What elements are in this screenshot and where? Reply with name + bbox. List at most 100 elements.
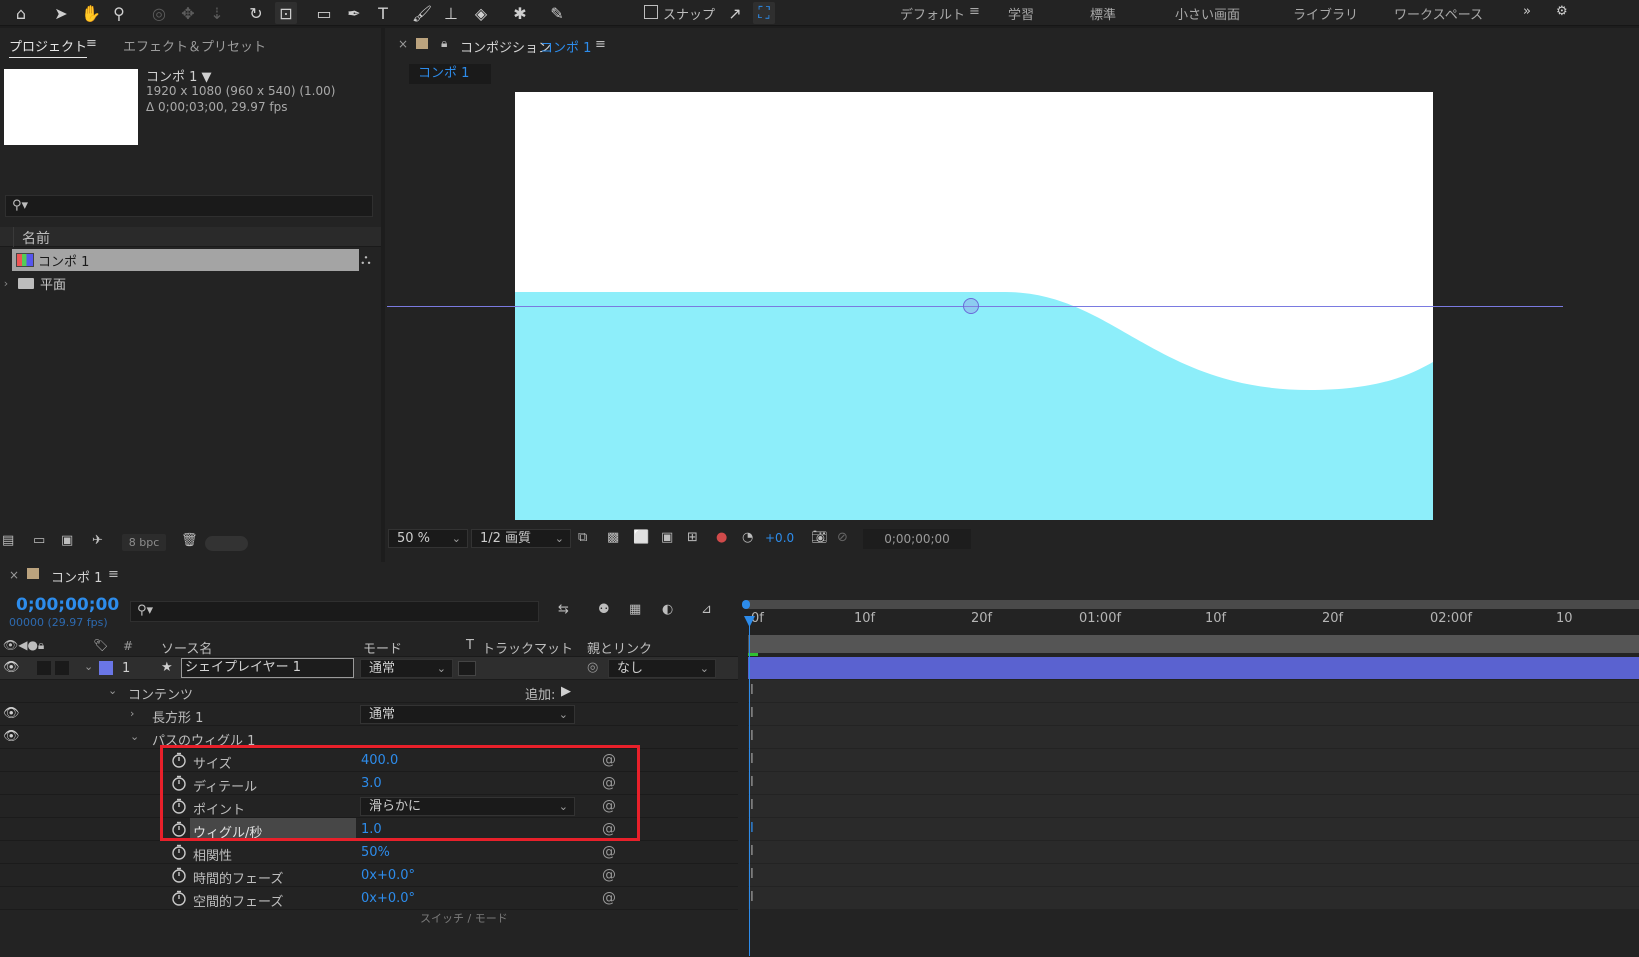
anchor-point-handle[interactable] <box>963 298 979 314</box>
motion-blur-icon[interactable]: ◐ <box>662 602 673 617</box>
work-area-start-handle[interactable] <box>742 600 750 609</box>
timeline-tab-label[interactable]: コンポ 1 <box>51 567 102 586</box>
layer-duration-bar[interactable] <box>748 657 1639 680</box>
workspace-default[interactable]: デフォルト <box>900 4 965 23</box>
expression-pickwhip-icon[interactable]: @ <box>602 890 616 906</box>
contents-row[interactable]: ⌄ コンテンツ 追加: ▶ <box>0 680 738 703</box>
prop-value-spatial-phase[interactable]: 0x+0.0° <box>361 891 415 906</box>
project-item-solids-folder[interactable]: › 平面 <box>0 272 359 294</box>
stopwatch-icon[interactable] <box>171 844 187 860</box>
channels-icon[interactable]: ● <box>716 530 727 545</box>
close-tab-icon[interactable]: × <box>9 568 19 582</box>
visibility-eye-icon[interactable]: 👁︎ <box>3 660 20 675</box>
chevron-down-icon[interactable]: ⌄ <box>108 684 117 697</box>
project-panel-menu-icon[interactable]: ≡ <box>86 36 97 51</box>
dolly-camera-icon[interactable]: ⇣ <box>206 2 228 24</box>
chevron-down-icon[interactable]: ⌄ <box>84 660 93 673</box>
thumbnail-size-slider[interactable] <box>205 536 248 551</box>
parent-pickwhip-icon[interactable]: ◎ <box>587 660 598 675</box>
comp-flow-tab[interactable]: コンポ 1 <box>409 64 491 84</box>
type-tool-icon[interactable]: T <box>372 2 394 24</box>
frame-blending-icon[interactable]: ▦ <box>629 602 641 617</box>
timeline-panel-menu-icon[interactable]: ≡ <box>108 567 119 582</box>
zoom-tool-icon[interactable]: ⚲ <box>108 2 130 24</box>
guides-icon[interactable]: ▣ <box>661 530 673 545</box>
reset-exposure-icon[interactable]: ◔ <box>742 530 753 545</box>
resolution-dropdown[interactable]: 1/2 画質 ⌄ <box>471 529 571 548</box>
brush-tool-icon[interactable]: 🖌 <box>411 2 433 24</box>
workspace-learn[interactable]: 学習 <box>1008 4 1034 23</box>
column-trackmatte[interactable]: トラックマット <box>482 638 573 657</box>
viewer-panel-menu-icon[interactable]: ≡ <box>595 37 606 52</box>
interpret-footage-icon[interactable]: ▤ <box>2 533 14 548</box>
visibility-eye-icon[interactable]: 👁︎ <box>3 706 20 721</box>
layer-label-color[interactable] <box>99 661 113 675</box>
viewer-tab-prefix[interactable]: コンポジション <box>460 37 551 56</box>
graph-editor-icon[interactable]: ⊿ <box>701 602 712 617</box>
prop-row-spatial-phase[interactable]: 空間的フェーズ 0x+0.0° @ <box>0 887 738 910</box>
expression-pickwhip-icon[interactable]: @ <box>602 844 616 860</box>
stopwatch-icon[interactable] <box>171 890 187 906</box>
add-play-icon[interactable]: ▶ <box>561 684 571 699</box>
viewer-current-time[interactable]: 0;00;00;00 <box>863 529 971 549</box>
workspace-menu-icon[interactable]: ≡ <box>969 4 980 19</box>
wiggled-rectangle-shape[interactable] <box>515 292 1433 520</box>
column-source-name[interactable]: ソース名 <box>161 638 212 657</box>
prop-value-correlation[interactable]: 50% <box>361 845 390 860</box>
close-tab-icon[interactable]: × <box>398 37 408 51</box>
column-name[interactable]: 名前 <box>22 228 50 248</box>
work-area-bar[interactable] <box>745 600 1639 609</box>
search-help-icon[interactable]: ⚙ <box>1556 4 1568 19</box>
comp-info-name[interactable]: コンポ 1 ▼ <box>146 66 212 85</box>
grid-icon[interactable]: ⊞ <box>687 530 698 545</box>
zoom-dropdown[interactable]: 50 % ⌄ <box>388 529 468 548</box>
snapshot-icon[interactable]: 📷︎ <box>811 530 828 545</box>
rotate-tool-icon[interactable]: ↻ <box>245 2 267 24</box>
roto-brush-icon[interactable]: ✱ <box>509 2 531 24</box>
home-icon[interactable]: ⌂ <box>10 2 32 24</box>
workspace-libraries[interactable]: ライブラリ <box>1293 4 1358 23</box>
timeline-current-time[interactable]: 0;00;00;00 <box>16 595 119 615</box>
tab-project[interactable]: プロジェクト <box>9 36 88 58</box>
render-queue-icon[interactable]: ✈ <box>92 533 103 548</box>
puppet-pin-icon[interactable]: ✎ <box>546 2 568 24</box>
selection-tool-icon[interactable]: ➤ <box>50 2 72 24</box>
workspace-standard[interactable]: 標準 <box>1090 4 1116 23</box>
snap-checkbox[interactable] <box>644 5 658 19</box>
viewer-tab-comp-name[interactable]: コンポ 1 <box>540 37 591 56</box>
workspace-workspaces[interactable]: ワークスペース <box>1394 4 1483 23</box>
column-mode[interactable]: モード <box>363 638 402 657</box>
chevron-down-icon[interactable]: ⌄ <box>130 730 139 743</box>
stopwatch-icon[interactable] <box>171 867 187 883</box>
column-t[interactable]: T <box>466 638 474 653</box>
prop-row-temporal-phase[interactable]: 時間的フェーズ 0x+0.0° @ <box>0 864 738 887</box>
tab-effects-presets[interactable]: エフェクト＆プリセット <box>123 36 266 55</box>
solo-switch[interactable] <box>55 661 69 675</box>
parent-dropdown[interactable]: なし ⌄ <box>608 659 716 678</box>
label-column-icon[interactable]: 🏷︎ <box>93 638 108 652</box>
project-item-comp[interactable]: コンポ 1 <box>12 249 359 271</box>
visibility-eye-icon[interactable]: 👁︎ <box>3 729 20 744</box>
chevron-right-icon[interactable]: › <box>130 707 134 720</box>
region-of-interest-icon[interactable]: ⧉ <box>578 530 587 545</box>
rectangle-tool-icon[interactable]: ▭ <box>313 2 335 24</box>
shy-layers-icon[interactable]: ⚉ <box>598 602 610 617</box>
rectangle-group-row[interactable]: 👁︎ › 長方形 1 通常 ⌄ <box>0 703 738 726</box>
snap-edges-icon[interactable]: ↗ <box>724 2 746 24</box>
clone-stamp-icon[interactable]: ⊥ <box>440 2 462 24</box>
trash-icon[interactable]: 🗑 <box>181 533 198 548</box>
flowchart-icon[interactable]: ⛬ <box>361 252 371 268</box>
new-folder-icon[interactable]: ▭ <box>33 533 45 548</box>
lock-icon[interactable]: 🔒︎ <box>441 36 447 51</box>
layer-row[interactable]: 👁︎ ⌄ 1 ★ シェイプレイヤー 1 通常 ⌄ ◎ なし ⌄ <box>0 657 738 680</box>
preserve-transparency-toggle[interactable] <box>458 661 476 676</box>
transparency-grid-icon[interactable]: ▩ <box>607 530 619 545</box>
layer-name-field[interactable]: シェイプレイヤー 1 <box>181 658 354 678</box>
snap-features-icon[interactable]: ⛶ <box>753 2 775 24</box>
exposure-value[interactable]: +0.0 <box>765 531 794 545</box>
chevron-right-icon[interactable]: › <box>0 277 12 290</box>
orbit-camera-icon[interactable]: ◎ <box>148 2 170 24</box>
mask-path-visibility-icon[interactable]: ⬜ <box>633 530 649 545</box>
new-comp-icon[interactable]: ▣ <box>61 533 73 548</box>
bpc-button[interactable]: 8 bpc <box>122 534 166 551</box>
